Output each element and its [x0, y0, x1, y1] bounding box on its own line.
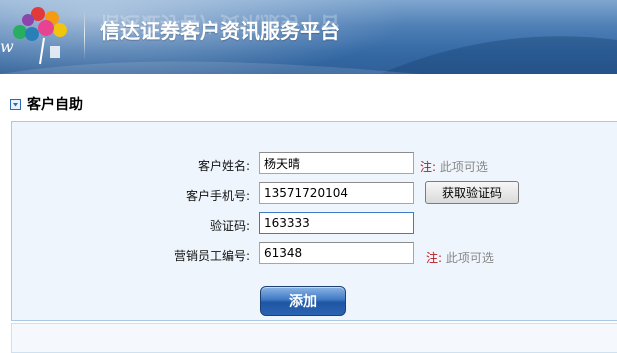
- phone-label: 客户手机号:: [185, 188, 250, 203]
- name-optional-note: 注: 此项可选: [420, 158, 488, 175]
- code-label: 验证码:: [209, 218, 250, 233]
- staff-optional-note: 注: 此项可选: [426, 249, 494, 266]
- header-banner: w 信达证券客户资讯服务平台 信达证券客户资讯服务平台: [0, 0, 617, 74]
- collapse-arrow-icon[interactable]: [10, 98, 21, 110]
- section-title: 客户自助: [27, 97, 83, 113]
- note-prefix: 注:: [420, 160, 437, 174]
- phone-input[interactable]: [259, 182, 414, 204]
- section-header: 客户自助: [10, 94, 83, 114]
- note-prefix: 注:: [426, 251, 443, 265]
- logo-icon: w: [0, 7, 67, 65]
- note-text: 此项可选: [439, 160, 488, 174]
- name-row: 客户姓名:: [100, 154, 250, 176]
- name-label: 客户姓名:: [197, 158, 250, 173]
- note-text: 此项可选: [445, 251, 494, 265]
- customer-name-input[interactable]: [259, 152, 414, 174]
- lower-panel: [11, 323, 617, 353]
- svg-text:w: w: [0, 37, 14, 56]
- app-title-reflection: 信达证券客户资讯服务平台: [100, 12, 340, 36]
- staff-number-input[interactable]: [259, 242, 414, 264]
- phone-row: 客户手机号:: [100, 184, 250, 206]
- add-button[interactable]: 添加: [260, 286, 346, 316]
- get-code-button[interactable]: 获取验证码: [425, 181, 519, 204]
- staff-row: 营销员工编号:: [100, 244, 250, 266]
- verification-code-input[interactable]: [259, 212, 414, 234]
- code-row: 验证码:: [100, 214, 250, 236]
- staff-label: 营销员工编号:: [173, 248, 250, 263]
- header-divider: [84, 10, 85, 60]
